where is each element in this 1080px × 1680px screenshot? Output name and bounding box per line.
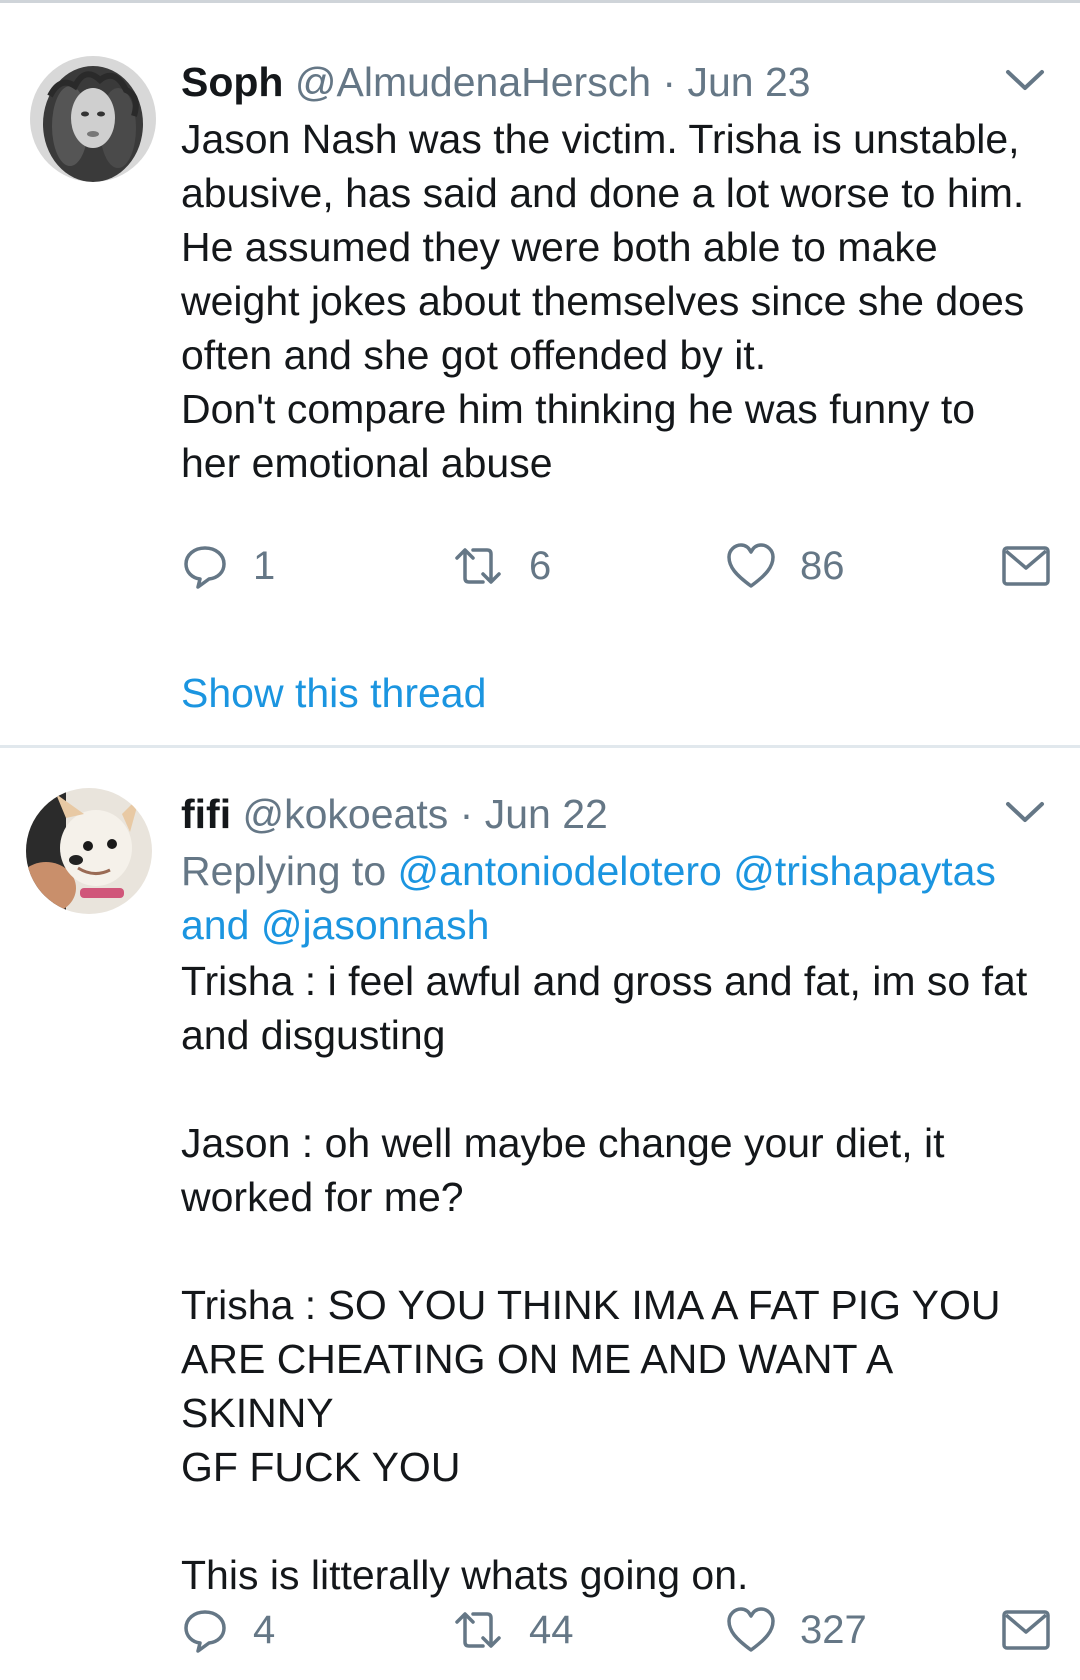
- chevron-down-icon[interactable]: [1004, 798, 1046, 828]
- tweet-text: Trisha : i feel awful and gross and fat,…: [181, 958, 1028, 1598]
- mention-link[interactable]: @trishapaytas: [733, 848, 996, 894]
- share-button[interactable]: [1001, 536, 1051, 596]
- like-count: 327: [800, 1607, 867, 1652]
- handle[interactable]: @AlmudenaHersch: [295, 59, 651, 105]
- avatar[interactable]: [26, 788, 152, 914]
- share-button[interactable]: [1001, 1600, 1051, 1660]
- envelope-icon: [1002, 1610, 1050, 1650]
- replying-to-and[interactable]: and: [181, 902, 249, 948]
- separator: ·: [459, 791, 474, 837]
- replying-to-label: Replying to: [181, 848, 387, 894]
- profile-photo-icon: [30, 56, 156, 182]
- retweet-icon: [455, 548, 501, 584]
- tweet-header: Soph @AlmudenaHersch · Jun 23: [181, 52, 1050, 112]
- display-name[interactable]: Soph: [181, 59, 283, 105]
- mention-link[interactable]: @antoniodelotero: [398, 848, 722, 894]
- profile-photo-icon: [26, 788, 152, 914]
- retweet-count: 44: [529, 1607, 574, 1652]
- separator: ·: [662, 59, 677, 105]
- tweet-date[interactable]: Jun 22: [485, 791, 608, 837]
- like-button[interactable]: 86: [726, 536, 845, 596]
- tweet-body: fifi @kokoeats · Jun 22 Replying to @ant…: [181, 784, 1050, 1602]
- like-count: 86: [800, 543, 845, 588]
- reply-count: 1: [253, 543, 276, 588]
- reply-icon: [184, 1610, 226, 1653]
- retweet-icon: [455, 1612, 501, 1648]
- retweet-button[interactable]: 6: [451, 536, 551, 596]
- replying-to: Replying to @antoniodelotero @trishapayt…: [181, 844, 1050, 952]
- handle[interactable]: @kokoeats: [243, 791, 449, 837]
- tweet-date[interactable]: Jun 23: [687, 59, 810, 105]
- reply-icon: [184, 546, 226, 589]
- chevron-down-icon[interactable]: [1004, 66, 1046, 96]
- tweet[interactable]: fifi @kokoeats · Jun 22 Replying to @ant…: [0, 748, 1080, 1680]
- like-button[interactable]: 327: [726, 1600, 867, 1660]
- retweet-count: 6: [529, 543, 552, 588]
- show-thread-link[interactable]: Show this thread: [181, 666, 486, 720]
- tweet[interactable]: Soph @AlmudenaHersch · Jun 23 Jason Nash…: [0, 0, 1080, 746]
- reply-count: 4: [253, 1607, 276, 1652]
- heart-icon: [727, 543, 775, 588]
- reply-button[interactable]: 4: [181, 1600, 275, 1660]
- mention-link[interactable]: @jasonnash: [261, 902, 490, 948]
- tweet-text: Jason Nash was the victim. Trisha is uns…: [181, 116, 1025, 486]
- tweet-header: fifi @kokoeats · Jun 22: [181, 784, 1050, 844]
- retweet-button[interactable]: 44: [451, 1600, 574, 1660]
- display-name[interactable]: fifi: [181, 791, 231, 837]
- heart-icon: [727, 1607, 775, 1652]
- tweet-actions: 4 44 327: [181, 1600, 1051, 1660]
- tweet-actions: 1 6 86: [181, 536, 1051, 596]
- avatar[interactable]: [30, 56, 156, 182]
- reply-button[interactable]: 1: [181, 536, 275, 596]
- envelope-icon: [1002, 546, 1050, 586]
- tweet-body: Soph @AlmudenaHersch · Jun 23 Jason Nash…: [181, 52, 1050, 490]
